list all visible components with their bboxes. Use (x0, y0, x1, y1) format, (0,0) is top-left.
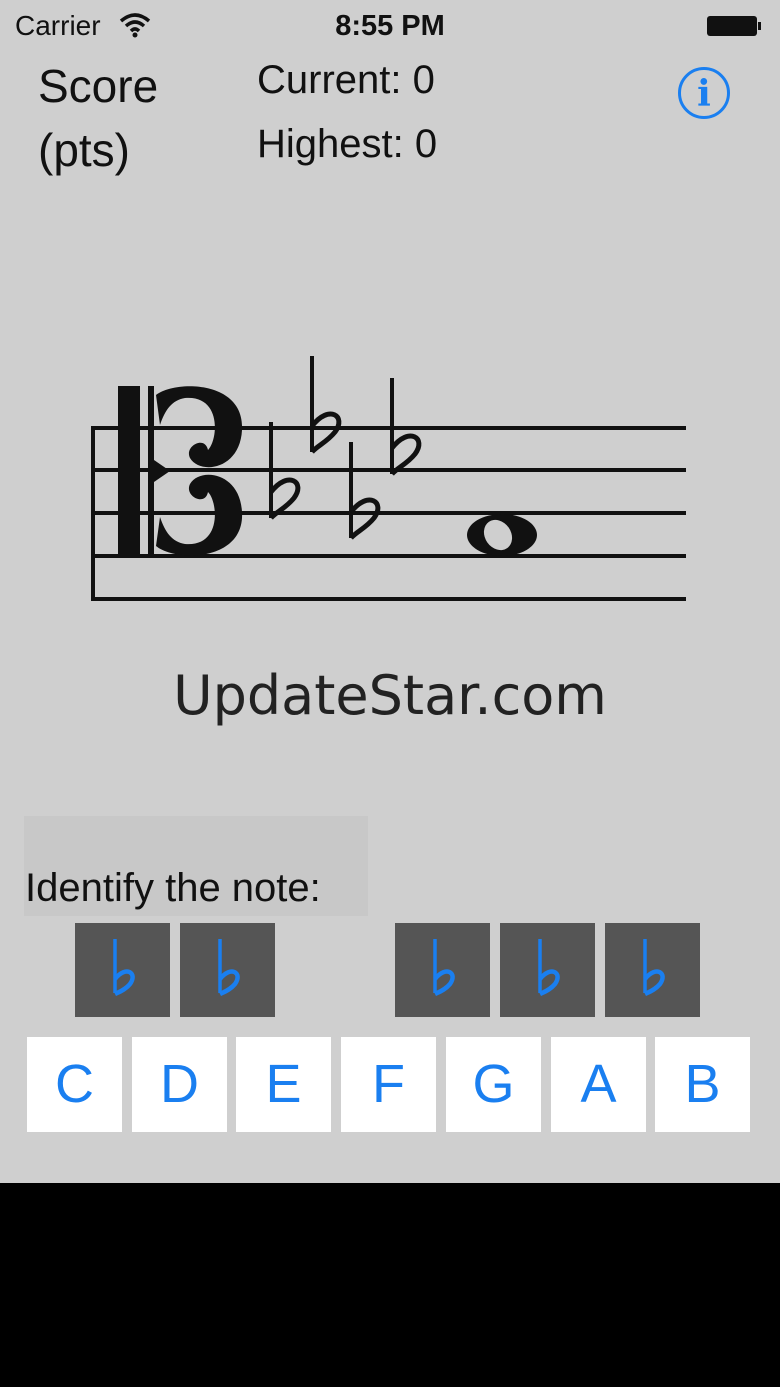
flat-button-2[interactable] (180, 923, 275, 1017)
info-icon[interactable]: i (677, 66, 731, 120)
staff-lines (91, 426, 686, 601)
note-button-f[interactable]: F (341, 1037, 436, 1132)
key-signature-flats (269, 356, 422, 540)
flat-icon (538, 939, 560, 997)
svg-text:i: i (697, 73, 711, 115)
status-bar: Carrier 8:55 PM (0, 0, 780, 52)
flat-icon (433, 939, 455, 997)
battery-icon (707, 16, 761, 36)
watermark-text: UpdateStar.com (173, 664, 607, 727)
music-staff (91, 356, 686, 601)
score-label-line2: (pts) (38, 124, 130, 176)
flat-button-3[interactable] (395, 923, 490, 1017)
flat-2 (310, 356, 342, 454)
note-button-e[interactable]: E (236, 1037, 331, 1132)
status-time: 8:55 PM (335, 10, 445, 42)
flat-button-4[interactable] (500, 923, 595, 1017)
note-button-b[interactable]: B (655, 1037, 750, 1132)
bottom-black-area (0, 1183, 780, 1387)
note-button-a[interactable]: A (551, 1037, 646, 1132)
flat-button-1[interactable] (75, 923, 170, 1017)
note-button-d[interactable]: D (132, 1037, 227, 1132)
whole-note (467, 514, 537, 556)
score-label: Score (pts) (38, 54, 158, 182)
current-score: Current: 0 (257, 58, 435, 102)
flat-3 (349, 442, 381, 540)
flat-icon (218, 939, 240, 997)
flat-button-5[interactable] (605, 923, 700, 1017)
highest-score: Highest: 0 (257, 122, 438, 166)
flat-icon (113, 939, 135, 997)
note-button-c[interactable]: C (27, 1037, 122, 1132)
note-button-g[interactable]: G (446, 1037, 541, 1132)
score-label-line1: Score (38, 60, 159, 112)
prompt-label: Identify the note: (25, 866, 321, 910)
flat-icon (643, 939, 665, 997)
app-screen: Carrier 8:55 PM Score (pts) Current: 0 H… (0, 0, 780, 1183)
